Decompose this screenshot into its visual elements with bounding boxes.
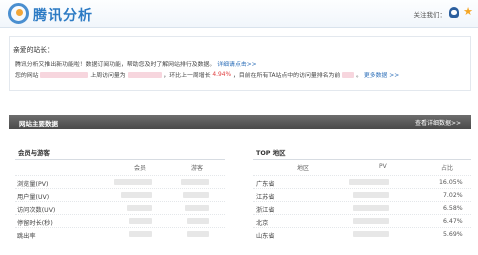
top-regions-panel: TOP 地区 地区 PV 占比 广东省 16.05% 江苏省 7.02% 浙江省… (253, 144, 471, 255)
member-value-redacted (129, 231, 152, 237)
region-name: 山东省 (256, 233, 275, 240)
metric-label: 跳出率 (17, 233, 36, 240)
visits-redacted (127, 71, 162, 78)
table-row: 北京 6.47% (253, 214, 471, 227)
table-row: 浙江省 6.58% (253, 201, 471, 214)
region-name: 浙江省 (256, 207, 275, 214)
visitors-panel-title: 会员与游客 (18, 149, 50, 157)
greeting: 亲爱的站长： (13, 46, 54, 54)
column-member: 会员 (134, 165, 147, 172)
region-name: 北京 (256, 220, 269, 227)
table-row: 山东省 5.69% (253, 227, 471, 240)
member-value-redacted (121, 192, 152, 198)
guest-value-redacted (185, 205, 209, 211)
column-guest: 游客 (191, 165, 204, 172)
metric-label: 用户量(UV) (17, 194, 50, 201)
follow-us-label: 关注我们： (413, 11, 447, 19)
table-row: 访问次数(UV) (15, 201, 225, 214)
divider (253, 159, 471, 160)
guest-value-redacted (187, 218, 209, 224)
welcome-box: 亲爱的站长： 腾讯分析又推出新功能啦！数据订阅功能，帮助您及时了解网站排行及数据… (9, 36, 471, 91)
main-data-header: 网站主要数据 查看详细数据>> (9, 115, 471, 129)
site-name-redacted (40, 71, 89, 78)
region-name: 广东省 (256, 181, 275, 188)
star-icon[interactable]: ★ (463, 5, 473, 18)
table-row: 跳出率 (15, 227, 225, 240)
column-pv: PV (379, 163, 387, 170)
summary-text-growth: ，环比上一周增长 (163, 73, 211, 79)
table-row: 用户量(UV) (15, 188, 225, 201)
guest-value-redacted (187, 231, 209, 237)
region-share: 16.05% (439, 179, 463, 186)
table-row: 停留时长(秒) (15, 214, 225, 227)
member-value-redacted (114, 179, 152, 185)
region-share: 6.58% (443, 205, 463, 212)
brand-title: 腾讯分析 (33, 8, 93, 24)
pv-value-redacted (353, 192, 389, 198)
announcement-text: 腾讯分析又推出新功能啦！数据订阅功能，帮助您及时了解网站排行及数据。 (15, 62, 216, 68)
site-summary-line: 您的网站 上周访问量为 ，环比上一周增长 4.94% ，目前在所有TA站点中的访… (15, 70, 399, 79)
pv-value-redacted (353, 205, 389, 211)
guest-value-redacted (181, 179, 209, 185)
metric-label: 浏览量(PV) (17, 181, 49, 188)
pv-value-redacted (349, 179, 389, 185)
rank-redacted (342, 71, 355, 78)
member-value-redacted (129, 218, 152, 224)
top-regions-title: TOP 地区 (256, 149, 286, 157)
guest-value-redacted (183, 192, 209, 198)
region-share: 6.47% (443, 218, 463, 225)
tencent-analytics-logo-icon[interactable] (8, 3, 29, 24)
region-name: 江苏省 (256, 194, 275, 201)
table-row: 浏览量(PV) (15, 175, 225, 188)
metric-label: 停留时长(秒) (17, 220, 53, 227)
divider (15, 159, 225, 160)
member-value-redacted (127, 205, 152, 211)
table-row: 江苏省 7.02% (253, 188, 471, 201)
view-details-link[interactable]: 查看详细数据>> (415, 118, 461, 127)
column-region: 地区 (297, 165, 310, 172)
pv-value-redacted (353, 231, 389, 237)
announcement-line: 腾讯分析又推出新功能啦！数据订阅功能，帮助您及时了解网站排行及数据。 详细请点击>… (15, 59, 257, 68)
summary-text-site: 您的网站 (15, 73, 39, 79)
summary-text-end: 。 (356, 73, 362, 79)
table-row: 广东省 16.05% (253, 175, 471, 188)
qq-icon[interactable] (449, 7, 459, 18)
pv-value-redacted (353, 218, 389, 224)
main-data-title: 网站主要数据 (19, 120, 58, 128)
region-share: 7.02% (443, 192, 463, 199)
top-bar: 腾讯分析 关注我们： ★ (0, 0, 478, 28)
summary-text-rank: ，目前在所有TA站点中的访问量排名为前 (233, 73, 341, 79)
metric-label: 访问次数(UV) (17, 207, 56, 214)
summary-text-visits: 上周访问量为 (90, 73, 126, 79)
details-link[interactable]: 详细请点击>> (217, 62, 256, 68)
growth-value: 4.94% (212, 71, 232, 78)
region-share: 5.69% (443, 231, 463, 238)
column-share: 占比 (441, 165, 454, 172)
visitors-panel: 会员与游客 会员 游客 浏览量(PV) 用户量(UV) 访问次数(UV) 停留时… (15, 144, 225, 255)
more-data-link[interactable]: 更多数据 >> (364, 70, 399, 79)
